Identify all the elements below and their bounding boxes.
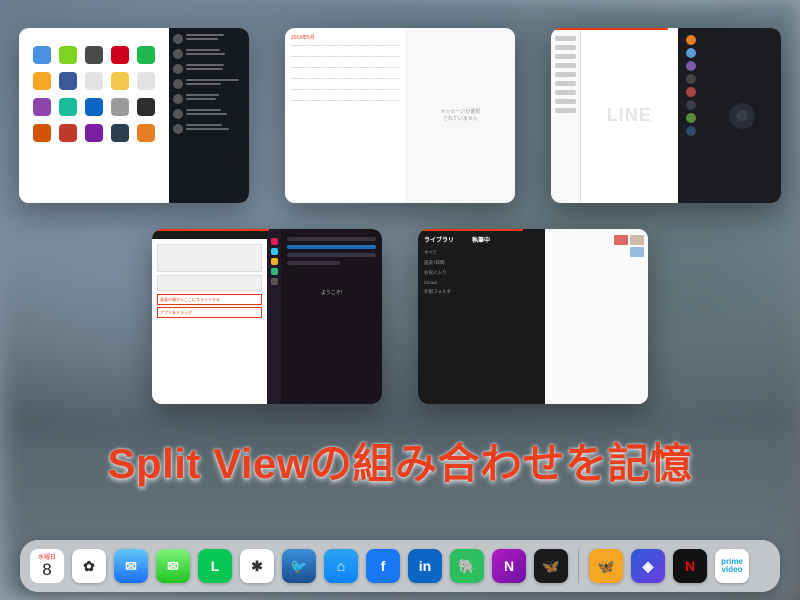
tweet-row bbox=[173, 94, 245, 104]
favorite-icon bbox=[33, 72, 51, 90]
ulysses-sidebar-item: 過去7日間 bbox=[424, 258, 539, 268]
photos-pane bbox=[545, 229, 648, 404]
annotation-callout: 画面の端からここにスライドする bbox=[157, 294, 262, 305]
favorite-icon bbox=[137, 124, 155, 142]
photos-icon[interactable]: ✿ bbox=[72, 549, 106, 583]
splitview-card-evernote-slack[interactable]: Evernote Slack 画面の端からここにスライドする アプリをドラッ bbox=[152, 229, 382, 404]
ulysses-sidebar-item: お気に入り bbox=[424, 268, 539, 278]
line-icon[interactable]: L bbox=[198, 549, 232, 583]
slack-pane: ようこそ! bbox=[267, 229, 382, 404]
netflix-icon[interactable]: N bbox=[673, 549, 707, 583]
dock-calendar-icon[interactable]: 水曜日 8 bbox=[30, 549, 64, 583]
splitview-card-ulysses-photos[interactable]: Ulysses 写真 ライブラリ 執筆中 すべて過去7日間お気に入りiCloud… bbox=[418, 229, 648, 404]
tweet-row bbox=[173, 64, 245, 74]
ulysses-sidebar-item: すべて bbox=[424, 248, 539, 258]
slack-icon[interactable]: ✱ bbox=[240, 549, 274, 583]
calendar-month-header: 2019年5月 bbox=[291, 34, 399, 41]
favorite-icon bbox=[33, 46, 51, 64]
ulysses-pane: ライブラリ 執筆中 すべて過去7日間お気に入りiCloud外部フォルダ bbox=[418, 229, 545, 404]
favorite-icon bbox=[33, 98, 51, 116]
annotation-highlight: Evernote Slack bbox=[152, 229, 269, 231]
favorite-icon bbox=[85, 72, 103, 90]
line-pane: LINE bbox=[551, 28, 678, 203]
mail-empty-state: メッセージが選択 されていません bbox=[405, 28, 515, 203]
annotation-highlight: LINE Messenger bbox=[551, 28, 668, 30]
splitview-card-safari-tweetbot[interactable]: Safari Tweetbot bbox=[19, 28, 249, 203]
messenger-icon[interactable]: ⌂ bbox=[324, 549, 358, 583]
splitview-card-line-messenger[interactable]: LINE Messenger LINE bbox=[551, 28, 781, 203]
onenote-icon[interactable]: N bbox=[492, 549, 526, 583]
mail-pane: メッセージが選択 されていません bbox=[405, 28, 515, 203]
tweet-row bbox=[173, 109, 245, 119]
tweet-row bbox=[173, 34, 245, 44]
favorite-icon bbox=[85, 46, 103, 64]
favorite-icon bbox=[111, 46, 129, 64]
messenger-pane bbox=[678, 28, 782, 203]
annotation-callout: アプリをドラッグ bbox=[157, 307, 262, 318]
favorites-grid bbox=[19, 28, 169, 160]
ulysses-sidebar-item: iCloud bbox=[424, 278, 539, 287]
messenger-empty-icon bbox=[729, 103, 755, 129]
calendar-pane: 2019年5月 bbox=[285, 28, 405, 203]
favorite-icon bbox=[59, 46, 77, 64]
favorite-icon bbox=[137, 98, 155, 116]
line-logo-watermark: LINE bbox=[607, 105, 652, 126]
ulysses-library-header: ライブラリ bbox=[424, 235, 454, 244]
facebook-icon[interactable]: f bbox=[366, 549, 400, 583]
favorite-icon bbox=[33, 124, 51, 142]
messages-icon[interactable]: ✉ bbox=[156, 549, 190, 583]
favorite-icon bbox=[59, 98, 77, 116]
shortcuts-icon[interactable]: ◈ bbox=[631, 549, 665, 583]
safari-pane bbox=[19, 28, 169, 203]
ulysses-editor-header: 執筆中 bbox=[472, 235, 490, 244]
favorite-icon bbox=[111, 98, 129, 116]
favorite-icon bbox=[59, 72, 77, 90]
taskpaper-icon[interactable]: 🦋 bbox=[589, 549, 623, 583]
primevideo-icon[interactable]: prime video bbox=[715, 549, 749, 583]
tweet-row bbox=[173, 79, 245, 89]
favorite-icon bbox=[59, 124, 77, 142]
ulysses-icon[interactable]: 🦋 bbox=[534, 549, 568, 583]
ulysses-sidebar-item: 外部フォルダ bbox=[424, 287, 539, 297]
tweet-row bbox=[173, 49, 245, 59]
favorite-icon bbox=[137, 72, 155, 90]
tweetbot-pane bbox=[169, 28, 249, 203]
favorite-icon bbox=[111, 124, 129, 142]
mail-icon[interactable]: ✉ bbox=[114, 549, 148, 583]
dock: 水曜日 8 ✿✉✉L✱🐦⌂fin🐘N🦋🦋◈Nprime video bbox=[20, 540, 780, 592]
favorite-icon bbox=[85, 98, 103, 116]
favorite-icon bbox=[111, 72, 129, 90]
favorite-icon bbox=[137, 46, 155, 64]
app-switcher: Safari Tweetbot bbox=[0, 28, 800, 404]
slack-welcome: ようこそ! bbox=[287, 289, 376, 296]
dock-separator bbox=[578, 549, 579, 583]
tweetbot-icon[interactable]: 🐦 bbox=[282, 549, 316, 583]
evernote-icon[interactable]: 🐘 bbox=[450, 549, 484, 583]
splitview-card-calendar-mail[interactable]: カレンダー メール 2019年5月 メッセージが選択 されていません bbox=[285, 28, 515, 203]
evernote-pane: 画面の端からここにスライドする アプリをドラッグ bbox=[152, 229, 267, 404]
annotation-highlight: Ulysses 写真 bbox=[418, 229, 523, 231]
favorite-icon bbox=[85, 124, 103, 142]
tweet-row bbox=[173, 124, 245, 134]
linkedin-icon[interactable]: in bbox=[408, 549, 442, 583]
